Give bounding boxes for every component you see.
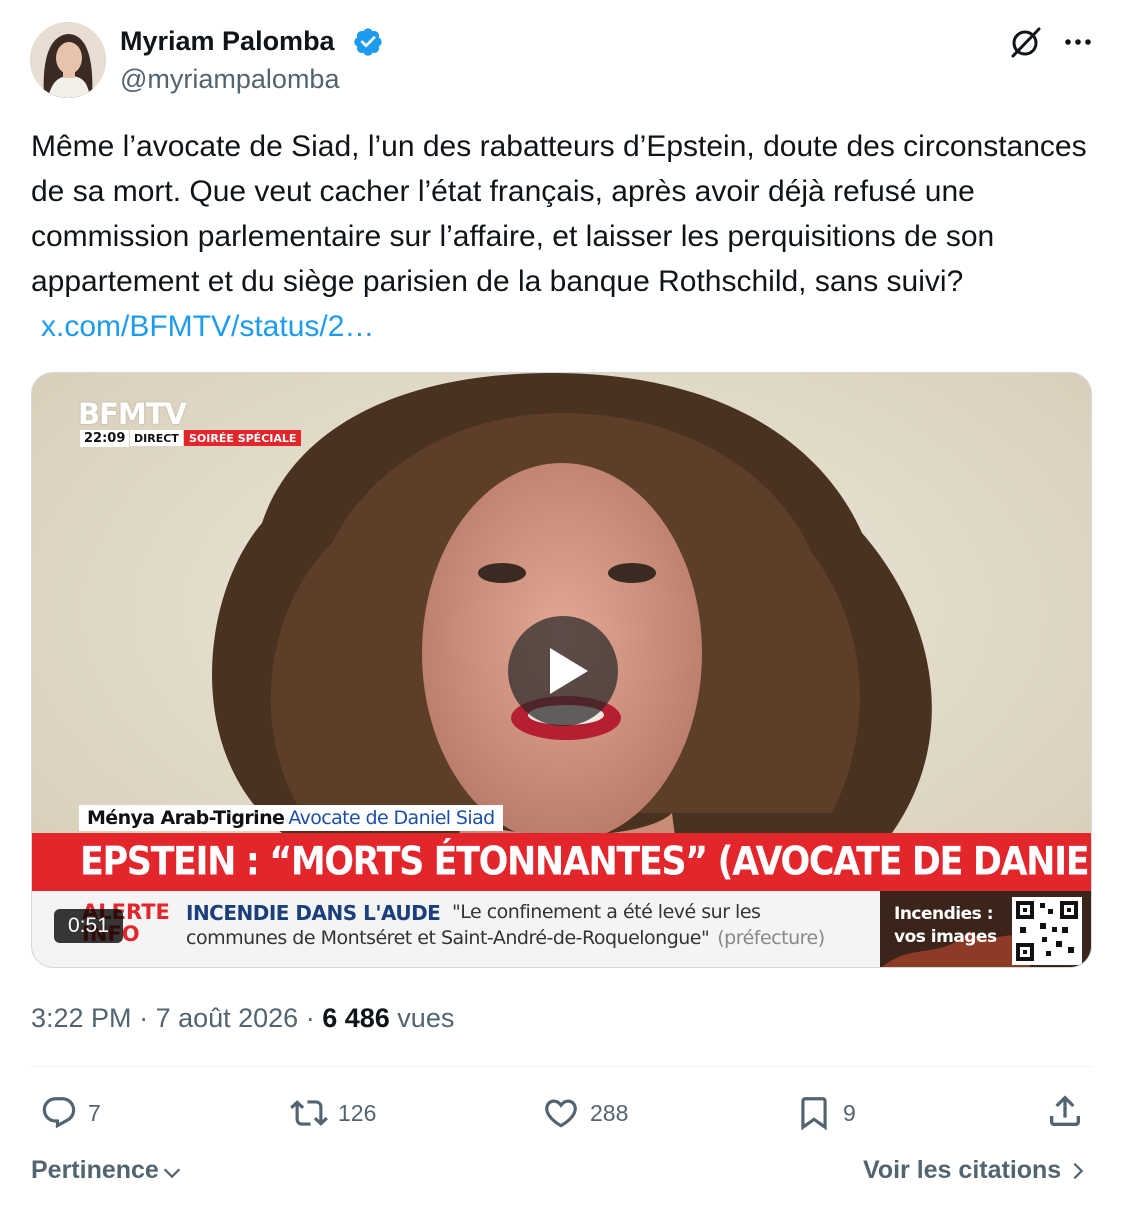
ticker-title: INCENDIE DANS L'AUDE	[186, 901, 441, 925]
avatar[interactable]	[30, 22, 106, 98]
direct-label: DIRECT	[130, 430, 183, 446]
tweet-date[interactable]: 7 août 2026	[156, 1003, 299, 1033]
more-options-icon[interactable]	[1058, 22, 1098, 62]
channel-logo: BFMTV	[78, 397, 187, 431]
special-label: SOIRÉE SPÉCIALE	[184, 430, 302, 446]
ticker-line2: communes de Montséret et Saint-André-de-…	[186, 927, 825, 949]
reply-button[interactable]: 7	[40, 1091, 101, 1135]
grok-icon[interactable]	[1006, 22, 1046, 62]
meta-separator-2: ·	[298, 1003, 323, 1033]
chevron-down-icon	[163, 1168, 180, 1178]
avatar-image	[30, 22, 106, 98]
video-player[interactable]: BFMTV 22:09 DIRECT SOIRÉE SPÉCIALE Ménya…	[31, 372, 1092, 968]
tweet-text: Même l’avocate de Siad, l’un des rabatte…	[31, 124, 1091, 349]
qr-code-icon	[1012, 897, 1082, 965]
views-label: vues	[397, 1003, 455, 1033]
headline-banner: EPSTEIN : “MORTS ÉTONNANTES” (AVOCATE DE…	[32, 833, 1091, 891]
meta-separator: ·	[131, 1003, 156, 1033]
person-caption: Ménya Arab-Tigrine Avocate de Daniel Siad	[79, 805, 503, 831]
promo-box: Incendies : vos images	[880, 891, 1091, 967]
news-ticker: ALERTE INFO INCENDIE DANS L'AUDE "Le con…	[32, 891, 880, 967]
tweet-body: Même l’avocate de Siad, l’un des rabatte…	[31, 130, 1087, 298]
person-role: Avocate de Daniel Siad	[288, 807, 495, 829]
ticker-quote: "Le confinement a été levé sur les	[452, 901, 761, 923]
headline-text: EPSTEIN : “MORTS ÉTONNANTES” (AVOCATE DE…	[80, 840, 1091, 885]
quotes-label: Voir les citations	[863, 1156, 1062, 1184]
ticker-source: (préfecture)	[717, 927, 825, 949]
promo-line2: vos images	[894, 927, 997, 947]
broadcast-time: 22:09	[80, 430, 130, 447]
video-duration: 0:51	[54, 909, 123, 943]
bookmark-count: 9	[843, 1099, 856, 1126]
sort-dropdown[interactable]: Pertinence	[31, 1156, 183, 1185]
tweet-meta: 3:22 PM · 7 août 2026 · 6 486 vues	[31, 1000, 454, 1036]
promo-line1: Incendies :	[894, 904, 993, 924]
like-icon	[545, 1099, 577, 1128]
play-button[interactable]	[508, 616, 618, 726]
like-button[interactable]: 288	[542, 1091, 628, 1135]
person-name: Ménya Arab-Tigrine	[87, 807, 285, 829]
retweet-icon	[290, 1100, 328, 1126]
view-quotes-link[interactable]: Voir les citations	[863, 1156, 1089, 1185]
tweet-time[interactable]: 3:22 PM	[31, 1003, 132, 1033]
like-count: 288	[590, 1099, 629, 1126]
divider	[31, 1066, 1092, 1067]
views-count: 6 486	[322, 1003, 390, 1033]
play-icon	[550, 648, 588, 694]
retweet-count: 126	[338, 1099, 377, 1126]
tweet-link[interactable]: x.com/BFMTV/status/2…	[41, 310, 374, 343]
bookmark-icon	[801, 1097, 827, 1131]
verified-badge-icon	[354, 28, 382, 56]
reply-icon	[42, 1097, 76, 1129]
sort-label: Pertinence	[31, 1156, 159, 1184]
promo-text: Incendies : vos images	[894, 903, 997, 949]
share-icon[interactable]	[1045, 1091, 1085, 1131]
bookmark-button[interactable]: 9	[795, 1091, 856, 1135]
ticker-line2-text: communes de Montséret et Saint-André-de-…	[186, 927, 710, 949]
author-name[interactable]: Myriam Palomba	[120, 24, 335, 58]
reply-count: 7	[88, 1099, 101, 1126]
chevron-right-icon	[1073, 1162, 1084, 1179]
author-handle[interactable]: @myriampalomba	[120, 62, 339, 96]
retweet-button[interactable]: 126	[290, 1091, 376, 1135]
